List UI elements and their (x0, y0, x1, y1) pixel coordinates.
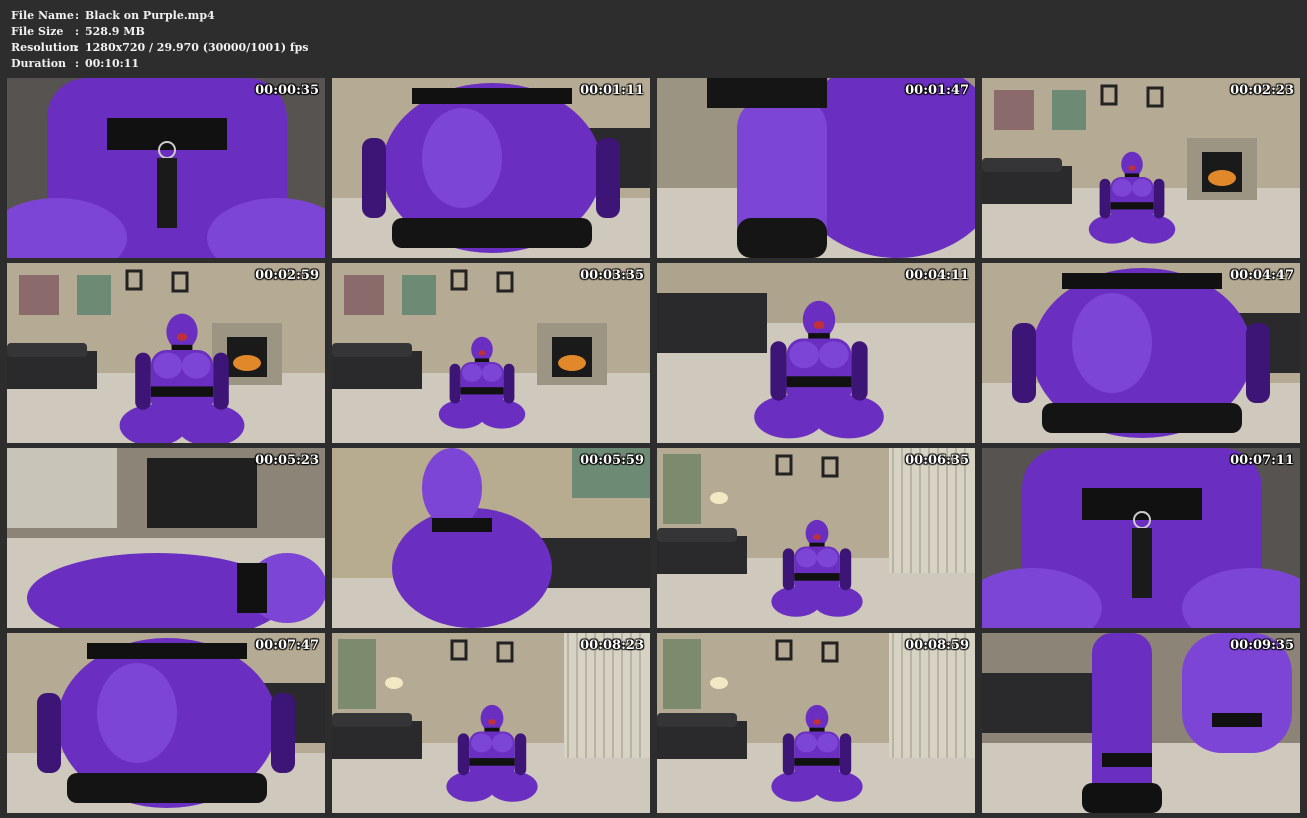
video-thumbnail[interactable]: 00:04:11 (657, 263, 975, 443)
thumbnail-timestamp: 00:07:11 (1230, 453, 1294, 468)
video-thumbnail[interactable]: 00:00:35 (7, 78, 325, 258)
video-thumbnail[interactable]: 00:01:11 (332, 78, 650, 258)
file-info-value: 528.9 MB (85, 25, 145, 38)
file-info-value: Black on Purple.mp4 (85, 9, 215, 22)
thumbnail-timestamp: 00:01:11 (580, 83, 644, 98)
thumbnail-frame (982, 448, 1300, 628)
file-info-key: Resolution (11, 41, 78, 54)
thumbnail-frame (982, 78, 1300, 258)
video-thumbnail[interactable]: 00:01:47 (657, 78, 975, 258)
thumbnail-frame (332, 78, 650, 258)
thumbnail-frame (657, 633, 975, 813)
thumbnail-timestamp: 00:06:35 (905, 453, 969, 468)
file-info-key: Duration (11, 57, 67, 70)
file-info-separator: : (75, 57, 80, 70)
thumbnail-timestamp: 00:05:59 (580, 453, 644, 468)
video-thumbnail[interactable]: 00:09:35 (982, 633, 1300, 813)
thumbnail-frame (7, 633, 325, 813)
file-info-value: 1280x720 / 29.970 (30000/1001) fps (85, 41, 309, 54)
video-thumbnail[interactable]: 00:02:23 (982, 78, 1300, 258)
video-thumbnail[interactable]: 00:05:23 (7, 448, 325, 628)
thumbnail-frame (982, 263, 1300, 443)
thumbnail-frame (657, 78, 975, 258)
file-info-row: File Size:528.9 MB (11, 24, 309, 40)
file-info-key: File Name (11, 9, 74, 22)
file-info-value: 00:10:11 (85, 57, 140, 70)
contact-sheet: File Name: Black on Purple.mp4 File Size:5… (0, 0, 1307, 818)
file-info-row: Resolution:1280x720 / 29.970 (30000/1001… (11, 40, 309, 56)
thumbnail-timestamp: 00:09:35 (1230, 638, 1294, 653)
thumbnail-timestamp: 00:07:47 (255, 638, 319, 653)
thumbnail-timestamp: 00:05:23 (255, 453, 319, 468)
thumbnail-timestamp: 00:04:47 (1230, 268, 1294, 283)
file-info-separator: : (75, 25, 80, 38)
thumbnail-frame (332, 633, 650, 813)
video-thumbnail[interactable]: 00:07:11 (982, 448, 1300, 628)
video-thumbnail[interactable]: 00:04:47 (982, 263, 1300, 443)
file-info-separator: : (75, 41, 80, 54)
thumbnail-frame (657, 263, 975, 443)
thumbnail-frame (7, 263, 325, 443)
video-thumbnail[interactable]: 00:05:59 (332, 448, 650, 628)
video-thumbnail[interactable]: 00:08:59 (657, 633, 975, 813)
thumbnail-timestamp: 00:03:35 (580, 268, 644, 283)
video-thumbnail[interactable]: 00:07:47 (7, 633, 325, 813)
video-thumbnail[interactable]: 00:08:23 (332, 633, 650, 813)
thumbnail-grid: 00:00:35 00:01:11 00:01:47 00:02:23 00:02:59… (7, 78, 1300, 813)
thumbnail-timestamp: 00:00:35 (255, 83, 319, 98)
file-info-block: File Name: Black on Purple.mp4 File Size:5… (11, 8, 309, 72)
file-info-row: Duration:00:10:11 (11, 56, 309, 72)
thumbnail-timestamp: 00:08:23 (580, 638, 644, 653)
file-info-row: File Name: Black on Purple.mp4 (11, 8, 309, 24)
thumbnail-timestamp: 00:08:59 (905, 638, 969, 653)
video-thumbnail[interactable]: 00:03:35 (332, 263, 650, 443)
thumbnail-timestamp: 00:02:59 (255, 268, 319, 283)
thumbnail-frame (7, 448, 325, 628)
thumbnail-timestamp: 00:02:23 (1230, 83, 1294, 98)
video-thumbnail[interactable]: 00:02:59 (7, 263, 325, 443)
thumbnail-frame (657, 448, 975, 628)
video-thumbnail[interactable]: 00:06:35 (657, 448, 975, 628)
thumbnail-timestamp: 00:01:47 (905, 83, 969, 98)
file-info-separator: : (75, 9, 80, 22)
thumbnail-timestamp: 00:04:11 (905, 268, 969, 283)
thumbnail-frame (7, 78, 325, 258)
thumbnail-frame (332, 448, 650, 628)
thumbnail-frame (332, 263, 650, 443)
file-info-key: File Size (11, 25, 64, 38)
thumbnail-frame (982, 633, 1300, 813)
